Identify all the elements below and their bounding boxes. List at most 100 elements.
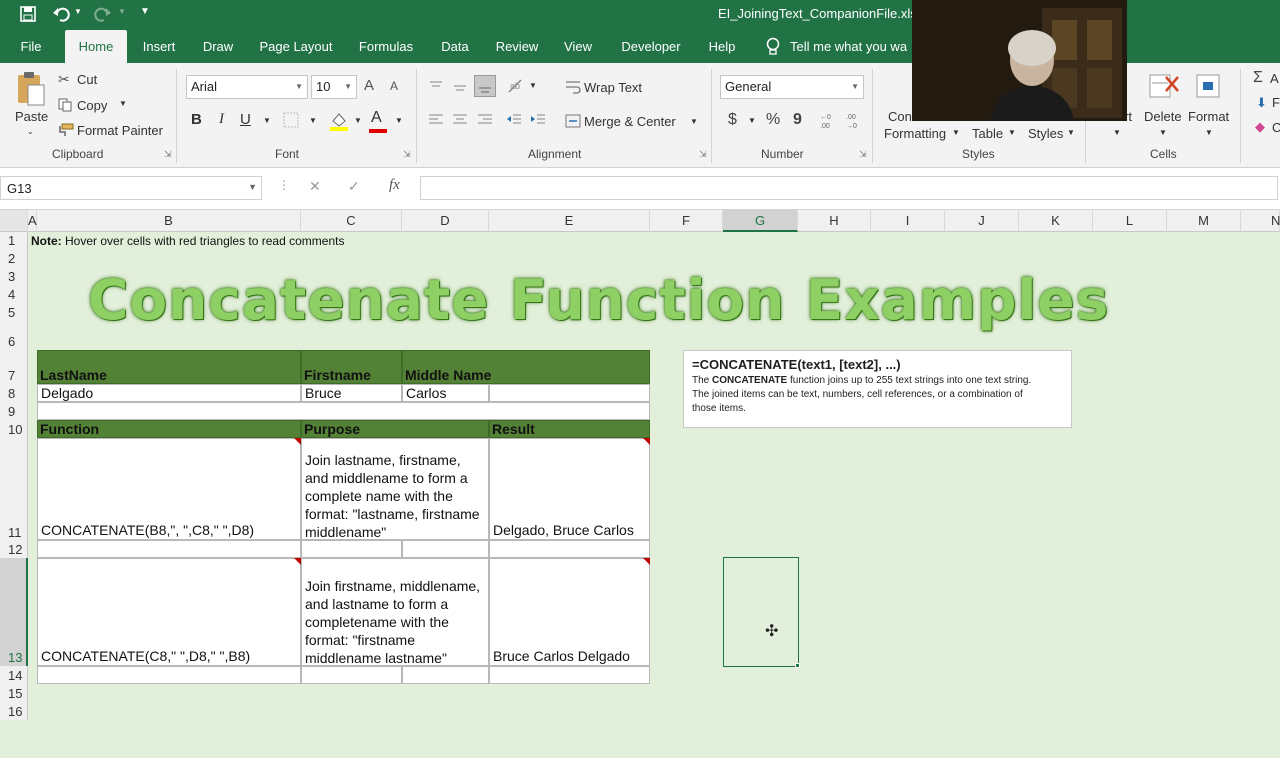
- column-header-k[interactable]: K: [1019, 210, 1093, 232]
- paste-icon[interactable]: [16, 71, 46, 107]
- format-cells-icon[interactable]: [1194, 71, 1224, 101]
- bottom-align-button[interactable]: [474, 75, 496, 97]
- currency-button[interactable]: $: [728, 111, 737, 129]
- format-cells-button[interactable]: Format: [1188, 109, 1229, 124]
- decrease-decimal-icon[interactable]: .00→0: [844, 111, 864, 131]
- align-center-icon[interactable]: [452, 113, 468, 127]
- paste-label[interactable]: Paste: [15, 109, 48, 124]
- tab-draw[interactable]: Draw: [196, 30, 240, 63]
- tell-me-search[interactable]: Tell me what you wa: [790, 30, 910, 63]
- insert-function-button[interactable]: fx: [389, 177, 400, 194]
- row-header-15[interactable]: 15: [0, 684, 28, 702]
- cell-b14[interactable]: [37, 666, 301, 684]
- font-size-select[interactable]: 10 ▼: [311, 75, 357, 99]
- select-all-button[interactable]: [0, 210, 28, 232]
- column-header-b[interactable]: B: [37, 210, 301, 232]
- fill-label-partial[interactable]: F: [1272, 95, 1280, 110]
- paste-dropdown-icon[interactable]: ⌄: [27, 127, 34, 136]
- format-painter-button[interactable]: Format Painter: [77, 123, 163, 138]
- column-header-m[interactable]: M: [1167, 210, 1241, 232]
- row-header-11[interactable]: 11: [0, 438, 28, 540]
- formula-input[interactable]: [420, 176, 1278, 200]
- fill-handle[interactable]: [795, 663, 800, 668]
- underline-button[interactable]: U: [240, 111, 251, 128]
- increase-decimal-icon[interactable]: ←0.00: [818, 111, 838, 131]
- copy-dropdown-icon[interactable]: ▼: [119, 99, 127, 108]
- row-header-12[interactable]: 12: [0, 540, 28, 558]
- row-header-14[interactable]: 14: [0, 666, 28, 684]
- tab-insert[interactable]: Insert: [134, 30, 184, 63]
- orientation-icon[interactable]: ab: [506, 77, 526, 95]
- row-header-4[interactable]: 4: [0, 286, 28, 304]
- name-box[interactable]: G13 ▼: [0, 176, 262, 200]
- bold-button[interactable]: B: [191, 111, 202, 128]
- cell-b8[interactable]: Delgado: [37, 384, 301, 402]
- cell-styles-button[interactable]: Styles: [1028, 126, 1063, 141]
- redo-icon[interactable]: [94, 5, 112, 23]
- borders-dropdown-icon[interactable]: ▼: [309, 116, 317, 125]
- header-cell-firstname[interactable]: Firstname: [301, 350, 402, 384]
- autosum-label-partial[interactable]: A: [1270, 71, 1279, 86]
- cell-e14[interactable]: [489, 666, 650, 684]
- merge-center-button[interactable]: Merge & Center: [584, 114, 676, 129]
- tab-data[interactable]: Data: [434, 30, 476, 63]
- currency-dropdown-icon[interactable]: ▼: [748, 116, 756, 125]
- comment-indicator[interactable]: [643, 558, 650, 565]
- delete-cells-button[interactable]: Delete: [1144, 109, 1182, 124]
- italic-button[interactable]: I: [219, 111, 224, 128]
- header-cell-function[interactable]: Function: [37, 420, 301, 438]
- cell-d12[interactable]: [402, 540, 489, 558]
- header-cell-result[interactable]: Result: [489, 420, 650, 438]
- column-header-d[interactable]: D: [402, 210, 489, 232]
- comma-style-button[interactable]: 9: [793, 111, 802, 129]
- font-color-dropdown-icon[interactable]: ▼: [395, 116, 403, 125]
- alignment-launcher-icon[interactable]: ⇲: [699, 149, 707, 160]
- tab-page-layout[interactable]: Page Layout: [254, 30, 338, 63]
- grow-font-button[interactable]: A: [364, 77, 374, 94]
- column-header-e[interactable]: E: [489, 210, 650, 232]
- column-header-l[interactable]: L: [1093, 210, 1167, 232]
- number-launcher-icon[interactable]: ⇲: [859, 149, 867, 160]
- delete-cells-icon[interactable]: [1148, 71, 1182, 101]
- clear-label-partial[interactable]: C: [1272, 120, 1280, 135]
- shrink-font-button[interactable]: A: [390, 79, 398, 93]
- top-align-icon[interactable]: [428, 79, 444, 93]
- redo-dropdown-icon[interactable]: ▼: [118, 7, 126, 16]
- row-header-3[interactable]: 3: [0, 268, 28, 286]
- percent-button[interactable]: %: [766, 111, 780, 129]
- row-header-8[interactable]: 8: [0, 384, 28, 402]
- cell-b13[interactable]: CONCATENATE(C8," ",D8," ",B8): [37, 558, 301, 666]
- column-header-j[interactable]: J: [945, 210, 1019, 232]
- column-header-c[interactable]: C: [301, 210, 402, 232]
- fill-color-dropdown-icon[interactable]: ▼: [354, 116, 362, 125]
- cell-b12[interactable]: [37, 540, 301, 558]
- row-header-6[interactable]: 6: [0, 322, 28, 350]
- orientation-dropdown-icon[interactable]: ▼: [529, 81, 537, 90]
- cell-row9[interactable]: [37, 402, 650, 420]
- chevron-down-icon[interactable]: ▼: [1205, 128, 1213, 137]
- font-launcher-icon[interactable]: ⇲: [403, 149, 411, 160]
- column-header-f[interactable]: F: [650, 210, 723, 232]
- cell-e13[interactable]: Bruce Carlos Delgado: [489, 558, 650, 666]
- copy-button[interactable]: Copy: [77, 98, 107, 113]
- customize-icon[interactable]: ▼: [140, 6, 150, 17]
- column-header-n[interactable]: N: [1241, 210, 1280, 232]
- enter-entry-button[interactable]: ✓: [348, 178, 360, 195]
- row-header-13[interactable]: 13: [0, 558, 28, 666]
- tab-formulas[interactable]: Formulas: [352, 30, 420, 63]
- row-header-1[interactable]: 1: [0, 232, 28, 250]
- cell-c12[interactable]: [301, 540, 402, 558]
- format-as-table-button[interactable]: Table: [972, 126, 1003, 141]
- row-header-10[interactable]: 10: [0, 420, 28, 438]
- chevron-down-icon[interactable]: ▼: [1008, 128, 1016, 137]
- conditional-formatting-button[interactable]: Con: [888, 109, 912, 124]
- font-color-button[interactable]: A: [371, 109, 382, 127]
- tab-developer[interactable]: Developer: [614, 30, 688, 63]
- tab-home[interactable]: Home: [65, 30, 127, 63]
- header-cell-purpose[interactable]: Purpose: [301, 420, 489, 438]
- borders-icon[interactable]: [283, 112, 301, 128]
- chevron-down-icon[interactable]: ▼: [1113, 128, 1121, 137]
- cell-c8[interactable]: Bruce: [301, 384, 402, 402]
- cell-d14[interactable]: [402, 666, 489, 684]
- underline-dropdown-icon[interactable]: ▼: [263, 116, 271, 125]
